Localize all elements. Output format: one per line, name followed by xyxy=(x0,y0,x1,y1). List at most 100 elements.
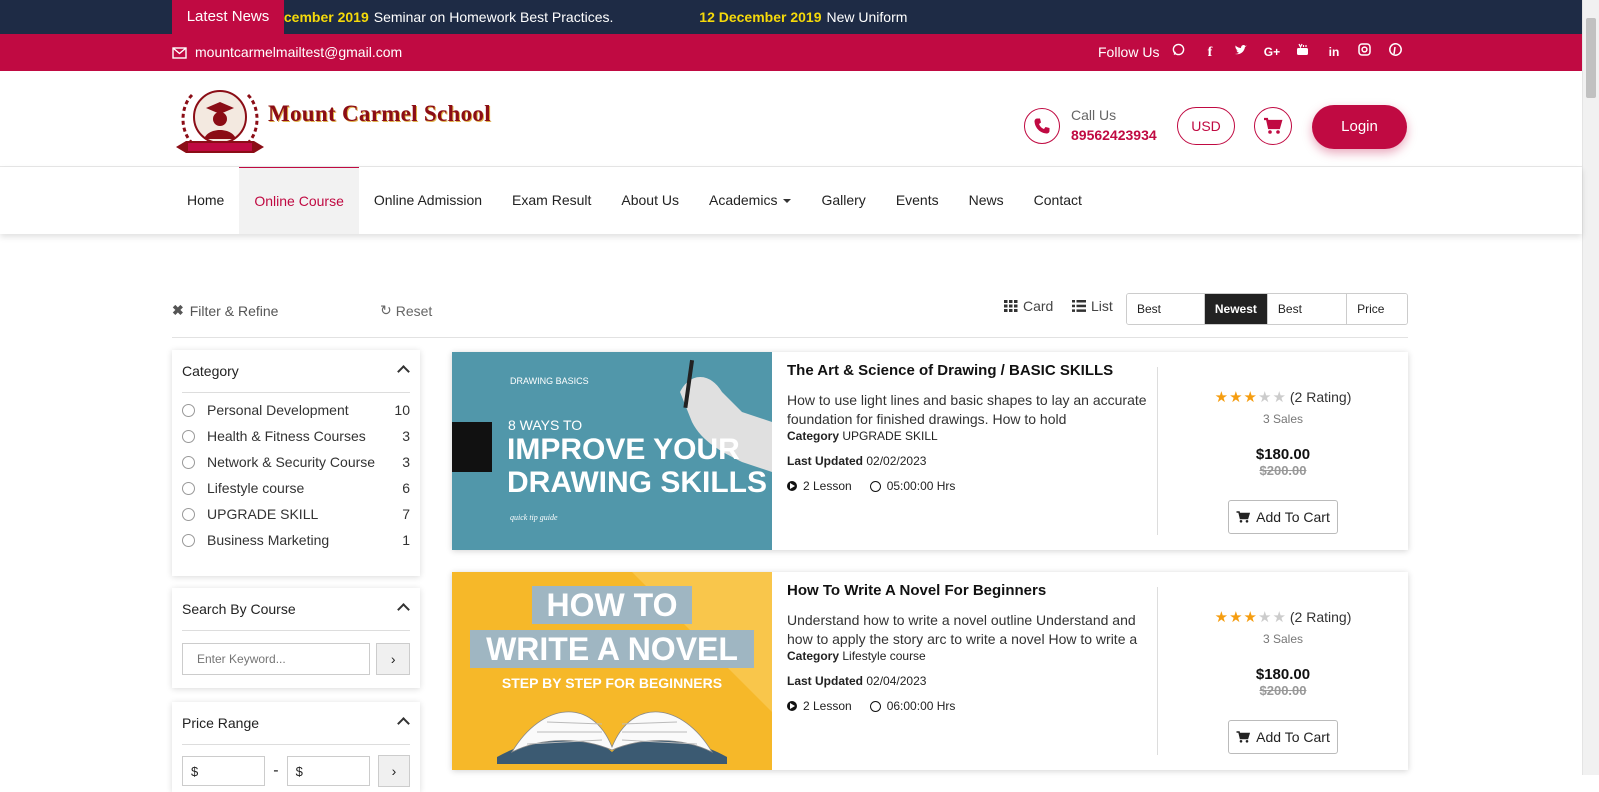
category-name: Health & Fitness Courses xyxy=(207,428,366,444)
play-icon xyxy=(787,481,797,491)
price-min-input[interactable]: $ xyxy=(182,756,266,786)
category-item[interactable]: Health & Fitness Courses 3 xyxy=(182,423,410,449)
nav-contact[interactable]: Contact xyxy=(1019,167,1097,234)
google-plus-icon[interactable]: G+ xyxy=(1256,34,1287,71)
category-value: Lifestyle course xyxy=(842,649,926,663)
nav-home[interactable]: Home xyxy=(172,167,239,234)
category-count: 10 xyxy=(394,402,410,418)
course-duration: 05:00:00 Hrs xyxy=(886,479,956,493)
card-view-button[interactable]: Card xyxy=(1004,298,1053,314)
category-item[interactable]: UPGRADE SKILL 7 xyxy=(182,501,410,527)
nav-exam-result[interactable]: Exam Result xyxy=(497,167,606,234)
linkedin-icon[interactable]: in xyxy=(1318,34,1349,71)
nav-online-admission[interactable]: Online Admission xyxy=(359,167,497,234)
school-logo[interactable] xyxy=(172,81,268,161)
category-item[interactable]: Business Marketing 1 xyxy=(182,527,410,553)
youtube-icon[interactable] xyxy=(1287,34,1318,71)
nav-news[interactable]: News xyxy=(954,167,1019,234)
radio-button[interactable] xyxy=(182,429,195,443)
contact-bar: mountcarmelmailtest@gmail.com Follow Us … xyxy=(0,34,1582,71)
scrollbar-thumb[interactable] xyxy=(1586,18,1596,98)
clock-icon xyxy=(869,480,881,492)
category-item[interactable]: Personal Development 10 xyxy=(182,397,410,423)
add-to-cart-label: Add To Cart xyxy=(1256,729,1330,745)
search-panel-header[interactable]: Search By Course xyxy=(182,588,410,631)
news-item[interactable]: December 2019Seminar on Homework Best Pr… xyxy=(284,9,613,25)
nav-gallery[interactable]: Gallery xyxy=(806,167,880,234)
radio-button[interactable] xyxy=(182,533,195,547)
sort-price-label: Price xyxy=(1357,302,1385,316)
sort-best-rated[interactable]: Best Rated xyxy=(1267,294,1348,324)
sort-newest[interactable]: Newest xyxy=(1204,294,1268,324)
nav-about-us[interactable]: About Us xyxy=(606,167,694,234)
course-thumbnail[interactable]: DRAWING BASICS 8 WAYS TO IMPROVE YOUR DR… xyxy=(452,352,772,550)
facebook-icon[interactable]: f xyxy=(1194,34,1225,71)
cart-icon xyxy=(1236,731,1251,743)
course-search-input[interactable] xyxy=(182,643,371,675)
radio-button[interactable] xyxy=(182,507,195,521)
updated-value: 02/02/2023 xyxy=(866,454,927,468)
search-panel: Search By Course › xyxy=(172,588,420,688)
radio-button[interactable] xyxy=(182,481,195,495)
add-to-cart-button[interactable]: Add To Cart xyxy=(1228,720,1338,754)
course-title[interactable]: The Art & Science of Drawing / BASIC SKI… xyxy=(787,362,1147,379)
star-empty-icon: ★ xyxy=(1257,389,1272,406)
email-link[interactable]: mountcarmelmailtest@gmail.com xyxy=(172,34,402,71)
category-item[interactable]: Lifestyle course 6 xyxy=(182,475,410,501)
course-category: Category UPGRADE SKILL xyxy=(787,429,1147,443)
star-icon: ★ xyxy=(1243,609,1257,626)
price-panel-header[interactable]: Price Range xyxy=(182,702,410,745)
radio-button[interactable] xyxy=(182,403,195,417)
radio-button[interactable] xyxy=(182,455,195,469)
nav-academics[interactable]: Academics xyxy=(694,167,806,234)
login-button[interactable]: Login xyxy=(1312,105,1407,149)
course-thumbnail[interactable]: HOW TO WRITE A NOVEL STEP BY STEP FOR BE… xyxy=(452,572,772,770)
sort-price[interactable]: Price ⇅ xyxy=(1347,294,1407,324)
news-bar: Latest News December 2019Seminar on Home… xyxy=(0,0,1582,34)
news-item[interactable]: 12 December 2019 New Uniform xyxy=(699,9,907,25)
category-label: Category xyxy=(787,649,840,663)
price-title: Price Range xyxy=(182,715,260,731)
course-title[interactable]: How To Write A Novel For Beginners xyxy=(787,582,1147,599)
category-item[interactable]: Network & Security Course 3 xyxy=(182,449,410,475)
news-text: New Uniform xyxy=(826,9,908,25)
cart-icon xyxy=(1236,511,1251,523)
nav-events[interactable]: Events xyxy=(881,167,954,234)
twitter-icon[interactable] xyxy=(1225,34,1256,71)
school-name[interactable]: Mount Carmel School xyxy=(268,101,491,127)
site-header: Mount Carmel School Call Us 89562423934 … xyxy=(0,71,1582,167)
latest-news-label: Latest News xyxy=(172,0,284,34)
whatsapp-icon[interactable] xyxy=(1163,34,1194,71)
category-value: UPGRADE SKILL xyxy=(842,429,938,443)
list-view-button[interactable]: List xyxy=(1072,298,1113,314)
add-to-cart-button[interactable]: Add To Cart xyxy=(1228,500,1338,534)
price-max-input[interactable]: $ xyxy=(286,756,370,786)
search-submit-button[interactable]: › xyxy=(376,643,410,675)
price-separator: - xyxy=(273,762,279,779)
phone-icon[interactable] xyxy=(1024,108,1060,144)
pinterest-icon[interactable] xyxy=(1380,34,1411,71)
sort-best-seller[interactable]: Best Seller xyxy=(1127,294,1205,324)
filter-refine-button[interactable]: ✖ Filter & Refine xyxy=(172,302,278,319)
category-panel-header[interactable]: Category xyxy=(182,350,410,393)
updated-value: 02/04/2023 xyxy=(866,674,927,688)
course-old-price: $200.00 xyxy=(1259,463,1307,478)
chevron-up-icon xyxy=(397,365,410,378)
star-icon: ★ xyxy=(1229,609,1243,626)
reset-button[interactable]: ↻ Reset xyxy=(380,302,432,319)
phone-number[interactable]: 89562423934 xyxy=(1071,127,1157,143)
updated-label: Last Updated xyxy=(787,674,864,688)
instagram-icon[interactable] xyxy=(1349,34,1380,71)
currency-button[interactable]: USD xyxy=(1177,107,1235,145)
nav-online-course[interactable]: Online Course xyxy=(239,167,359,234)
news-ticker: December 2019Seminar on Homework Best Pr… xyxy=(284,0,934,34)
cart-button[interactable] xyxy=(1254,107,1292,145)
page-scrollbar[interactable] xyxy=(1582,0,1599,775)
chevron-right-icon: › xyxy=(390,651,396,667)
reset-label: Reset xyxy=(395,302,433,319)
price-submit-button[interactable]: › xyxy=(377,755,410,787)
filter-toolbar: ✖ Filter & Refine ↻ Reset Card List Best… xyxy=(172,293,1408,338)
thumb-foot-text: quick tip guide xyxy=(510,513,558,522)
thumb-line1: HOW TO xyxy=(547,587,678,623)
follow-us: Follow Us f G+ in xyxy=(1098,34,1411,71)
